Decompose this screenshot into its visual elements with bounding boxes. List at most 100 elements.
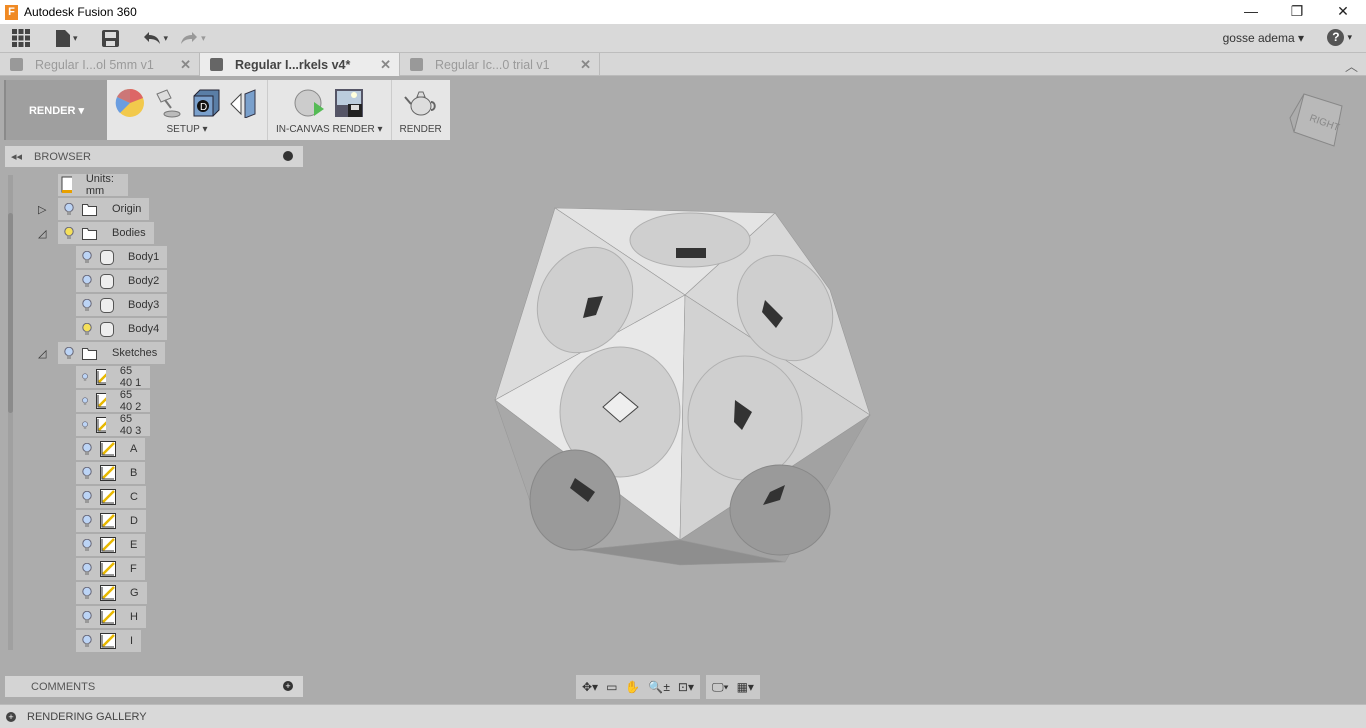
browser-item[interactable]: D — [76, 510, 146, 532]
browser-item[interactable]: ▷ Origin — [38, 198, 150, 220]
units-document-icon — [61, 176, 72, 193]
expand-arrow-icon[interactable]: ▷ — [38, 203, 50, 216]
texture-map-icon[interactable]: D — [191, 88, 221, 118]
grid-icon[interactable]: ▦▾ — [737, 680, 754, 694]
visibility-bulb-icon[interactable] — [82, 250, 92, 264]
zoom-icon[interactable]: 🔍± — [648, 680, 670, 694]
design-icon — [410, 58, 423, 71]
visibility-bulb-icon[interactable] — [82, 610, 92, 624]
visibility-bulb-icon[interactable] — [64, 202, 74, 216]
in-canvas-render-label[interactable]: IN-CANVAS RENDER ▾ — [276, 124, 383, 135]
capture-image-icon[interactable] — [334, 88, 364, 118]
icosahedron-model[interactable] — [480, 200, 880, 575]
save-button[interactable] — [101, 29, 119, 47]
comments-panel-header[interactable]: COMMENTS + — [5, 676, 303, 697]
scene-settings-icon[interactable] — [153, 88, 183, 118]
setup-label[interactable]: SETUP ▾ — [167, 124, 208, 135]
close-tab-icon[interactable]: ✕ — [180, 57, 191, 73]
visibility-bulb-icon[interactable] — [82, 298, 92, 312]
visibility-bulb-icon[interactable] — [82, 466, 92, 480]
browser-item[interactable]: 65 40 2 — [76, 389, 151, 413]
visibility-bulb-icon[interactable] — [82, 395, 88, 408]
browser-item[interactable]: ◿ Bodies — [38, 222, 154, 244]
view-cube[interactable]: RIGHT — [1284, 88, 1350, 154]
fit-icon[interactable]: ⊡▾ — [678, 680, 694, 694]
restore-button[interactable]: ❐ — [1274, 0, 1320, 24]
browser-item-label: 65 40 1 — [119, 365, 142, 389]
browser-item-label: A — [130, 443, 138, 455]
redo-button[interactable]: ▾ — [180, 31, 206, 45]
visibility-bulb-icon[interactable] — [82, 322, 92, 336]
document-tabs: Regular I...ol 5mm v1 ✕ Regular I...rkels … — [0, 53, 1366, 76]
display-settings-icon[interactable]: 🖵▾ — [712, 680, 729, 695]
rendering-gallery-bar[interactable]: + RENDERING GALLERY — [0, 704, 1366, 728]
collapse-arrow-icon[interactable]: ◿ — [38, 347, 50, 360]
browser-item[interactable]: B — [76, 462, 146, 484]
in-canvas-render-icon[interactable] — [294, 88, 326, 118]
tab-document[interactable]: Regular I...ol 5mm v1 ✕ — [0, 53, 200, 76]
file-menu-button[interactable]: ▾ — [56, 29, 78, 47]
browser-item[interactable]: Body4 — [76, 318, 168, 340]
browser-item[interactable]: H — [76, 606, 146, 628]
help-button[interactable]: ? ▾ — [1327, 29, 1352, 46]
workspace-switcher[interactable]: RENDER ▾ — [4, 80, 107, 140]
browser-item[interactable]: A — [76, 438, 146, 460]
tab-document[interactable]: Regular Ic...0 trial v1 ✕ — [400, 53, 600, 76]
browser-item[interactable]: 65 40 3 — [76, 413, 151, 437]
visibility-bulb-icon[interactable] — [82, 274, 92, 288]
comments-expand-icon[interactable]: + — [283, 681, 293, 691]
visibility-bulb-icon[interactable] — [82, 419, 88, 432]
pan-icon[interactable]: ✋ — [625, 680, 640, 694]
visibility-bulb-icon[interactable] — [82, 562, 92, 576]
visibility-bulb-icon[interactable] — [82, 634, 92, 648]
browser-item[interactable]: Body3 — [76, 294, 168, 316]
visibility-bulb-icon[interactable] — [64, 226, 74, 240]
visibility-bulb-icon[interactable] — [82, 490, 92, 504]
visibility-bulb-icon[interactable] — [82, 371, 88, 384]
browser-item[interactable]: C — [76, 486, 146, 508]
browser-minimize-icon[interactable] — [283, 151, 293, 161]
browser-item[interactable]: I — [76, 630, 142, 652]
orbit-icon[interactable]: ✥▾ — [582, 680, 598, 694]
collapse-browser-icon[interactable]: ◂◂ — [11, 150, 22, 163]
collapse-arrow-icon[interactable]: ◿ — [38, 227, 50, 240]
visibility-bulb-icon[interactable] — [82, 586, 92, 600]
browser-item[interactable]: F — [76, 558, 145, 580]
render-label[interactable]: RENDER — [400, 124, 442, 135]
decal-icon[interactable] — [229, 88, 259, 118]
browser-item[interactable]: Units: mm — [58, 173, 129, 197]
scrollbar-thumb[interactable] — [8, 213, 13, 413]
folder-icon — [82, 347, 97, 360]
browser-item-label: H — [130, 611, 138, 623]
browser-item[interactable]: Body1 — [76, 246, 168, 268]
browser-item[interactable]: E — [76, 534, 146, 556]
tab-document[interactable]: Regular I...rkels v4* ✕ — [200, 53, 400, 76]
close-tab-icon[interactable]: ✕ — [380, 57, 391, 73]
undo-button[interactable]: ▾ — [143, 31, 168, 45]
browser-item[interactable]: ◿ Sketches — [38, 342, 166, 364]
sketch-icon — [96, 393, 106, 409]
browser-item[interactable]: Body2 — [76, 270, 168, 292]
visibility-bulb-icon[interactable] — [64, 346, 74, 360]
visibility-bulb-icon[interactable] — [82, 538, 92, 552]
look-at-icon[interactable]: ▭ — [606, 680, 617, 694]
appearance-icon[interactable] — [115, 88, 145, 118]
comments-title: COMMENTS — [31, 681, 96, 693]
browser-item-label: D — [130, 515, 138, 527]
visibility-bulb-icon[interactable] — [82, 514, 92, 528]
browser-item[interactable]: 65 40 1 — [76, 365, 151, 389]
close-tab-icon[interactable]: ✕ — [580, 57, 591, 73]
user-menu[interactable]: gosse adema ▾ — [1223, 31, 1304, 45]
browser-item[interactable]: G — [76, 582, 147, 604]
close-button[interactable]: ✕ — [1320, 0, 1366, 24]
visibility-bulb-icon[interactable] — [82, 442, 92, 456]
tab-label: Regular Ic...0 trial v1 — [435, 57, 550, 72]
minimize-button[interactable]: — — [1228, 0, 1274, 24]
render-teapot-icon[interactable] — [403, 88, 438, 118]
browser-scrollbar[interactable] — [8, 175, 13, 650]
app-grid-button[interactable] — [12, 29, 30, 47]
browser-item-label: 65 40 2 — [119, 389, 142, 413]
gallery-expand-icon[interactable]: + — [6, 712, 16, 722]
body-icon — [100, 297, 114, 313]
collapse-toolbar-icon[interactable]: ︿ — [1345, 56, 1358, 75]
